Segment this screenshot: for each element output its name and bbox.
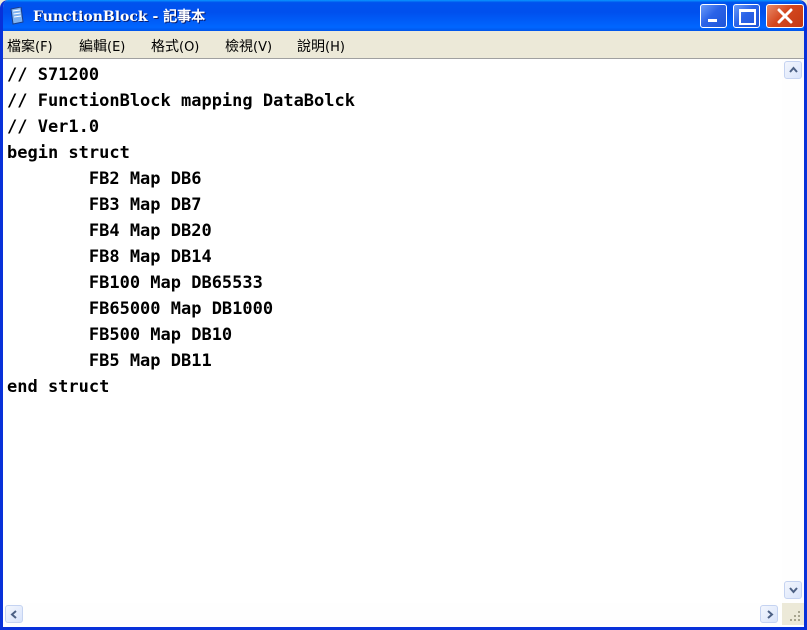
menu-file[interactable]: 檔案(F) bbox=[7, 36, 53, 56]
menu-format[interactable]: 格式(O) bbox=[151, 36, 199, 56]
menu-view-accel: (V) bbox=[253, 40, 273, 55]
menu-help-label: 說明 bbox=[297, 39, 325, 55]
resize-grip[interactable] bbox=[782, 603, 804, 625]
scroll-down-button[interactable] bbox=[784, 581, 802, 599]
text-content[interactable]: // S71200 // FunctionBlock mapping DataB… bbox=[7, 62, 777, 547]
chevron-left-icon bbox=[10, 610, 17, 619]
menu-file-label: 檔案 bbox=[7, 39, 35, 55]
maximize-button[interactable] bbox=[733, 4, 760, 28]
scroll-left-button[interactable] bbox=[5, 605, 23, 623]
menu-view[interactable]: 檢視(V) bbox=[225, 36, 272, 56]
minimize-icon bbox=[708, 19, 717, 22]
chevron-up-icon bbox=[789, 66, 798, 73]
menu-view-label: 檢視 bbox=[225, 39, 253, 55]
chevron-right-icon bbox=[767, 610, 774, 619]
menu-format-label: 格式 bbox=[151, 39, 179, 55]
horizontal-scrollbar[interactable] bbox=[3, 603, 782, 625]
vertical-scrollbar[interactable] bbox=[782, 59, 804, 603]
notepad-window: FunctionBlock - 記事本 檔案(F) 編輯(E) 格式(O) 檢視… bbox=[0, 0, 807, 630]
menu-edit[interactable]: 編輯(E) bbox=[79, 36, 125, 56]
menu-format-accel: (O) bbox=[179, 40, 200, 55]
close-icon bbox=[777, 8, 793, 24]
scroll-up-button[interactable] bbox=[784, 61, 802, 79]
menu-help[interactable]: 說明(H) bbox=[297, 36, 345, 56]
title-bar[interactable]: FunctionBlock - 記事本 bbox=[3, 0, 804, 31]
menu-edit-label: 編輯 bbox=[79, 39, 107, 55]
menu-help-accel: (H) bbox=[325, 40, 345, 55]
menu-bar: 檔案(F) 編輯(E) 格式(O) 檢視(V) 說明(H) bbox=[3, 31, 804, 57]
editor-area: // S71200 // FunctionBlock mapping DataB… bbox=[3, 58, 804, 627]
resize-grip-icon bbox=[790, 611, 800, 621]
minimize-button[interactable] bbox=[700, 4, 727, 28]
window-title: FunctionBlock - 記事本 bbox=[33, 9, 206, 25]
chevron-down-icon bbox=[789, 587, 798, 594]
close-button[interactable] bbox=[766, 4, 804, 28]
scroll-right-button[interactable] bbox=[760, 605, 778, 623]
notepad-icon[interactable] bbox=[9, 6, 25, 25]
maximize-icon bbox=[739, 9, 756, 25]
menu-file-accel: (F) bbox=[35, 40, 53, 55]
menu-edit-accel: (E) bbox=[107, 40, 126, 55]
